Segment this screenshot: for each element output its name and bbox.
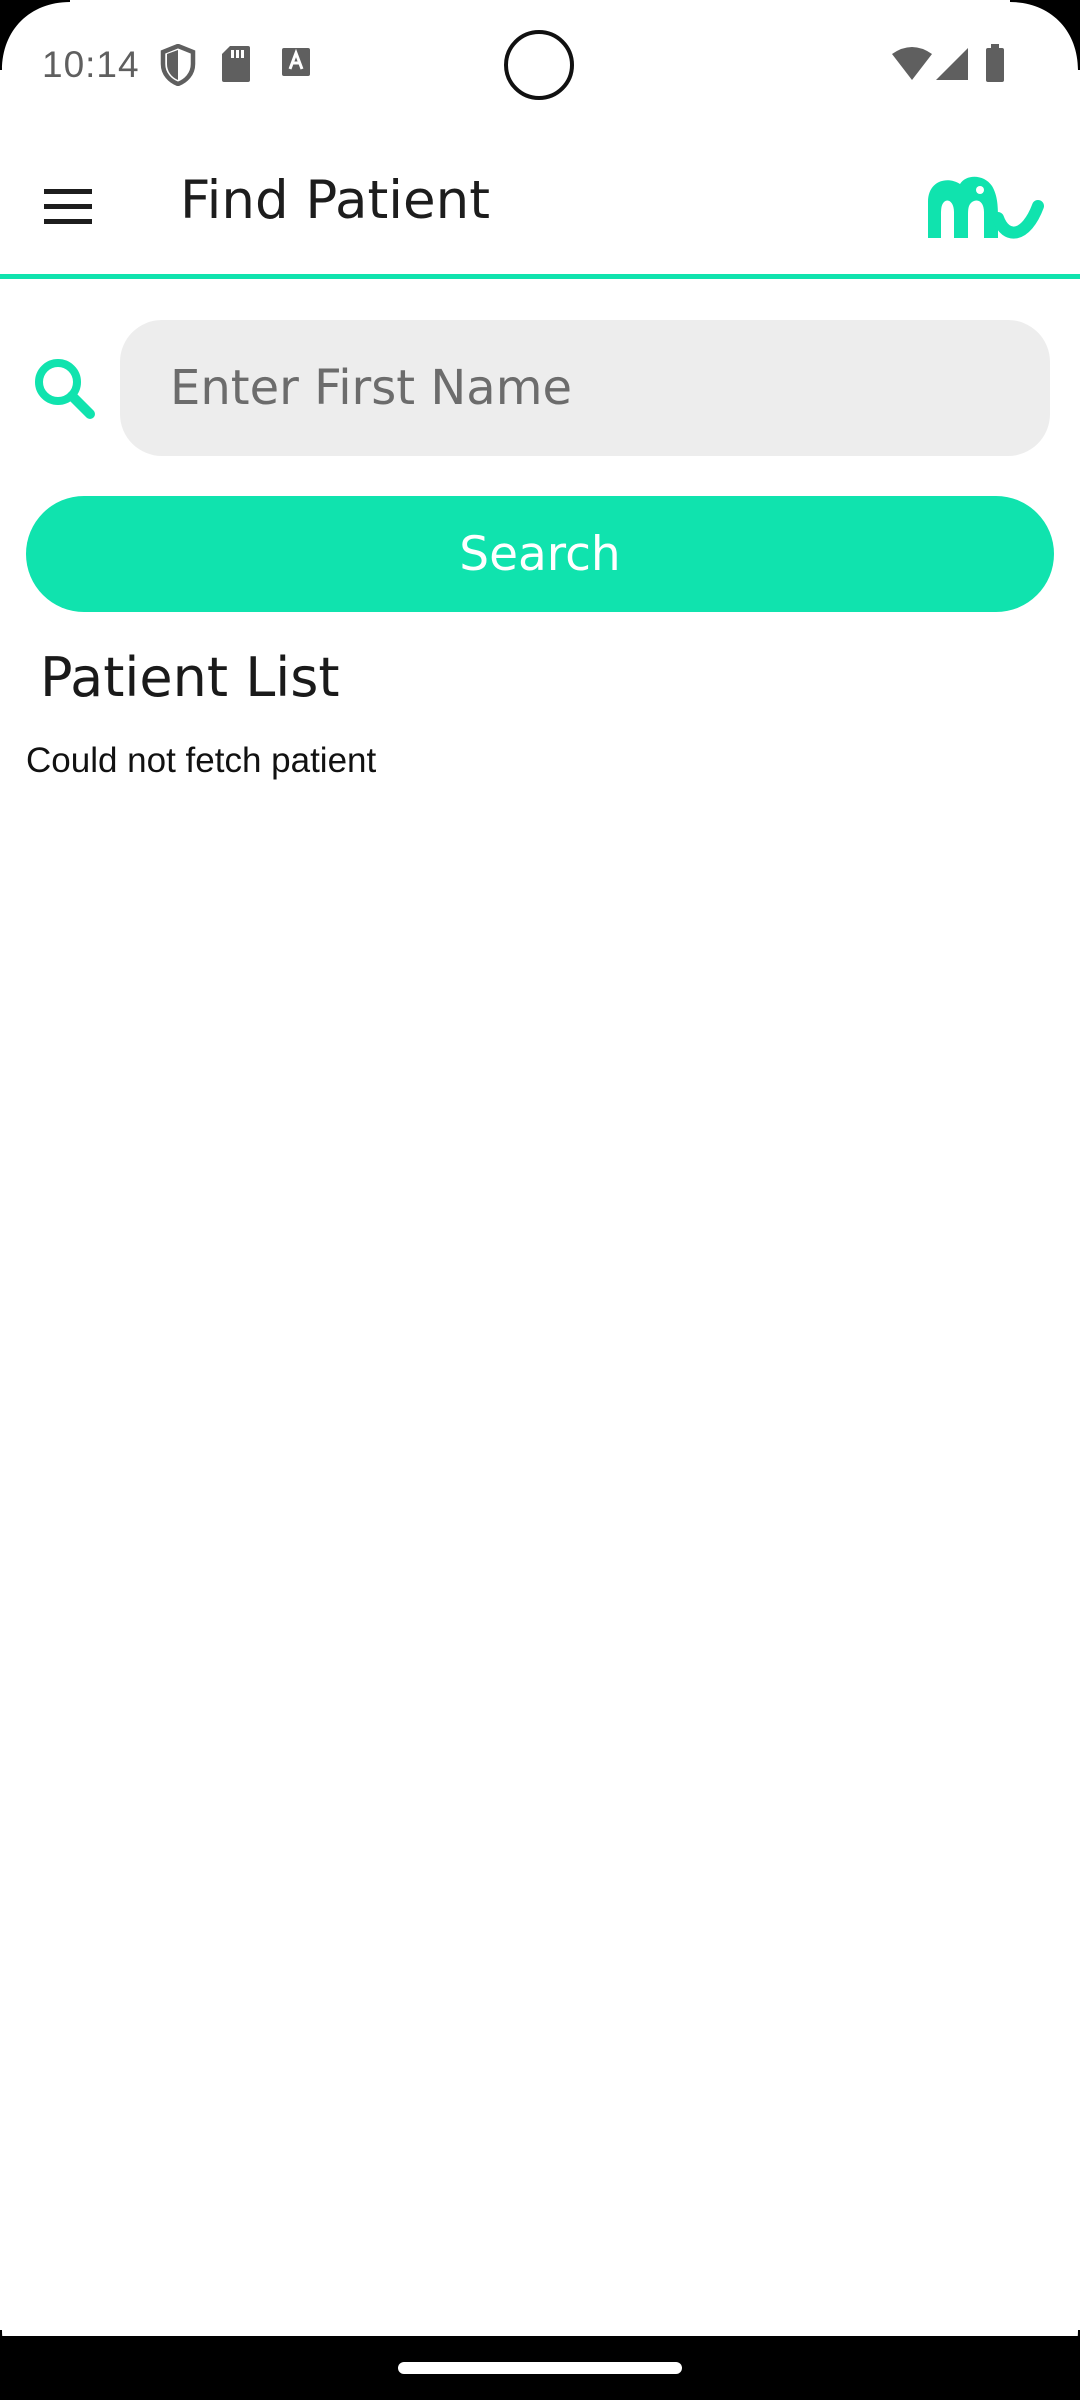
device-corner-bottom-right [1010,2330,1080,2400]
signal-icon [936,48,968,80]
shield-icon [160,44,196,86]
menu-button[interactable] [34,178,102,236]
app-bar: Find Patient [0,140,1080,275]
page-title: Find Patient [180,170,490,231]
camera-cutout [504,30,574,100]
sd-card-icon [222,46,250,82]
battery-icon [986,44,1004,82]
hamburger-menu-icon [44,189,92,224]
first-name-search-input[interactable] [120,320,1050,456]
home-indicator[interactable] [398,2362,682,2374]
screen: 10:14 Find Patient Enter First Name Sear… [0,0,1080,2400]
elephant-logo-icon [928,176,1044,239]
status-bar: 10:14 [0,0,1080,130]
device-corner-top-right [1010,0,1080,70]
fetch-error-message: Could not fetch patient [26,741,377,780]
device-corner-top-left [0,0,70,70]
device-corner-bottom-left [0,2330,70,2400]
search-icon[interactable] [32,356,96,420]
text-a-icon [282,48,310,76]
search-button[interactable]: Search [26,496,1054,612]
wifi-icon [892,47,932,80]
patient-list-title: Patient List [40,646,340,709]
app-bar-divider [0,274,1080,279]
